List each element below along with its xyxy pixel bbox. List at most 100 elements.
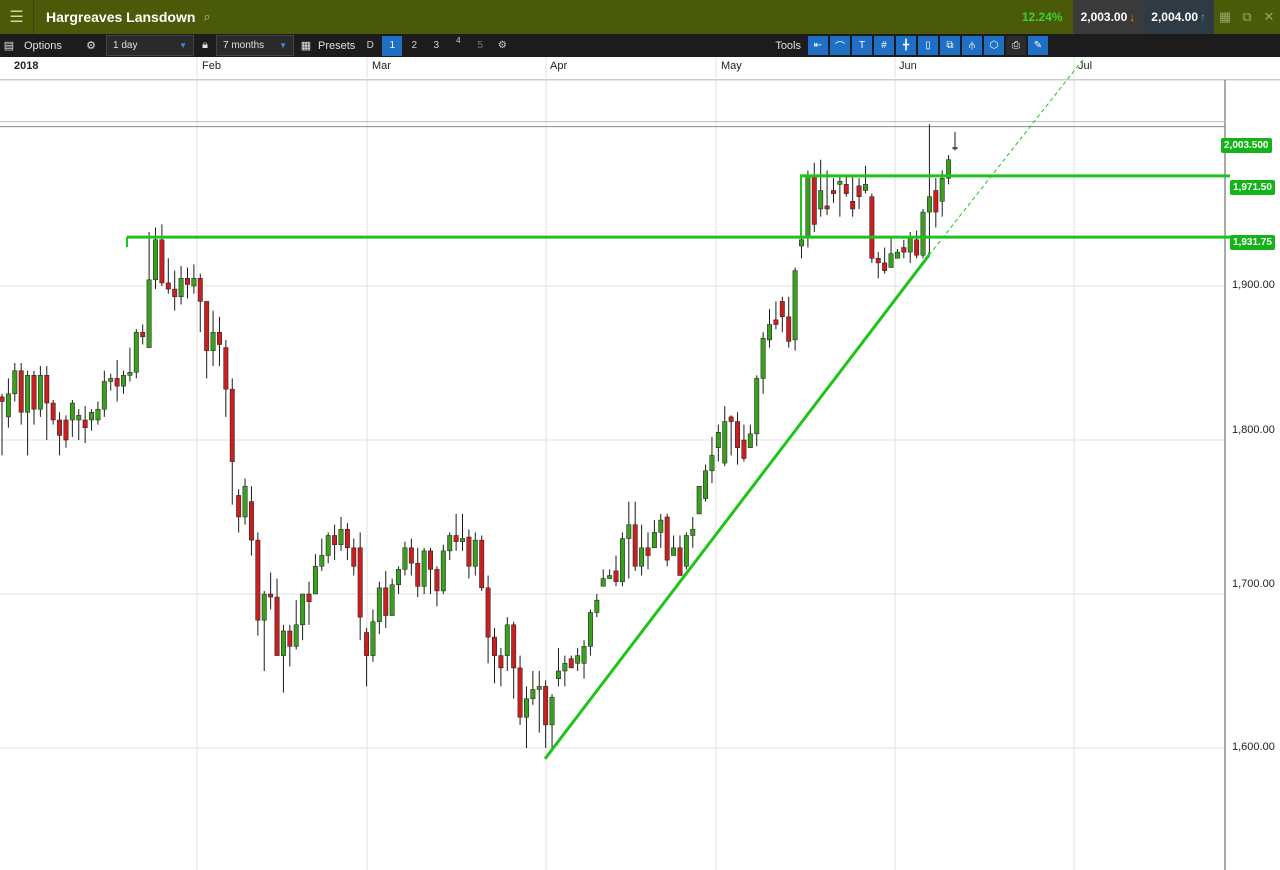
candle-body xyxy=(792,270,798,341)
candle xyxy=(159,224,165,286)
candle-body xyxy=(370,621,376,656)
candle-body xyxy=(799,239,804,247)
candle xyxy=(274,578,280,656)
candle xyxy=(754,375,760,447)
candle-body xyxy=(690,529,696,536)
candle xyxy=(863,165,868,194)
candle-body xyxy=(626,524,632,539)
candle-body xyxy=(434,569,440,592)
candle-body xyxy=(607,575,613,579)
candle-body xyxy=(415,562,421,587)
candle xyxy=(786,296,792,348)
candle xyxy=(191,264,197,294)
price-chart[interactable] xyxy=(0,0,1280,870)
candle-body xyxy=(869,196,875,259)
candle-body xyxy=(82,419,88,428)
candle xyxy=(882,247,888,274)
candle xyxy=(767,309,772,348)
candle-body xyxy=(613,570,619,582)
candle-body xyxy=(89,412,94,421)
candle xyxy=(18,363,24,425)
candle xyxy=(133,329,139,379)
candle-body xyxy=(709,455,715,472)
candle-body xyxy=(786,316,792,342)
candle-body xyxy=(453,535,459,542)
candle-body xyxy=(300,593,306,626)
candle-body xyxy=(779,301,785,318)
candle-body xyxy=(651,532,657,549)
candle-body xyxy=(696,485,702,515)
candle-body xyxy=(402,547,408,570)
candle xyxy=(223,339,229,417)
candle xyxy=(172,270,178,311)
candle-body xyxy=(421,550,427,587)
trend-line xyxy=(543,254,931,760)
candle-body xyxy=(632,524,638,567)
candle-body xyxy=(57,419,63,436)
candle xyxy=(25,370,31,456)
candle-body xyxy=(408,547,414,564)
candle-body xyxy=(306,593,312,602)
candle-body xyxy=(933,190,939,213)
candles xyxy=(0,124,958,748)
candle xyxy=(37,366,43,417)
candle xyxy=(722,406,728,467)
candle xyxy=(453,513,459,551)
candle xyxy=(536,671,542,733)
candle xyxy=(587,609,593,656)
candle-body xyxy=(95,408,101,421)
chart-grid xyxy=(0,57,1280,870)
candle xyxy=(306,581,312,625)
level-badge-1931[interactable]: 1,931.75 xyxy=(1230,235,1275,250)
candle-body xyxy=(837,181,843,185)
candle xyxy=(127,347,133,382)
candle-body xyxy=(332,535,338,545)
candle xyxy=(357,532,363,641)
candle xyxy=(690,517,696,548)
candle xyxy=(485,575,491,664)
candle-body xyxy=(728,416,734,422)
level-badge-1971[interactable]: 1,971.50 xyxy=(1230,180,1275,195)
candle-body xyxy=(287,630,293,647)
candle xyxy=(939,170,945,217)
candle xyxy=(709,436,715,484)
candle-body xyxy=(210,331,216,351)
candle-body xyxy=(600,578,606,587)
candle xyxy=(843,175,849,197)
candle-body xyxy=(952,147,958,150)
y-label-1700: 1,700.00 xyxy=(1232,578,1275,590)
candle xyxy=(300,593,306,641)
candle xyxy=(447,532,453,561)
candle-body xyxy=(805,174,811,237)
candle-body xyxy=(364,632,370,656)
candle-body xyxy=(543,686,549,726)
candle xyxy=(319,538,325,571)
candle-body xyxy=(319,555,325,567)
candle-body xyxy=(850,201,856,210)
candle xyxy=(121,370,126,394)
candle xyxy=(619,532,625,587)
candle xyxy=(933,178,939,228)
candle xyxy=(517,655,523,725)
candle xyxy=(165,258,171,294)
candle-body xyxy=(255,539,261,621)
candle-body xyxy=(677,547,683,576)
candle-body xyxy=(594,599,600,613)
candle xyxy=(460,513,465,551)
drawing-overlays xyxy=(126,56,1230,760)
candle xyxy=(140,324,146,345)
candle-body xyxy=(555,670,561,679)
candle xyxy=(651,520,657,549)
candle-body xyxy=(121,375,126,387)
candle-body xyxy=(671,547,677,556)
candle-body xyxy=(108,378,114,382)
candle xyxy=(280,624,286,693)
candle-body xyxy=(460,538,465,542)
candle xyxy=(415,547,421,598)
candle-body xyxy=(165,282,171,290)
candle xyxy=(607,569,613,579)
candle xyxy=(108,373,114,391)
candle-body xyxy=(530,689,536,699)
candle xyxy=(696,485,702,515)
candle-body xyxy=(511,624,517,669)
